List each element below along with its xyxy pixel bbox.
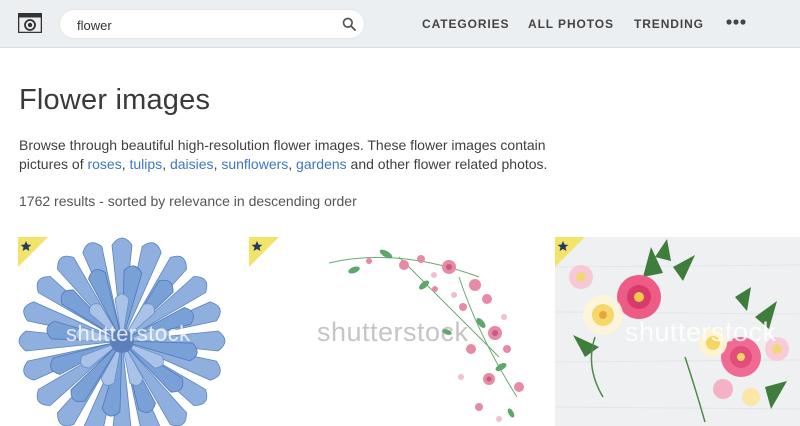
link-sunflowers[interactable]: sunflowers: [221, 156, 288, 172]
nav-trending[interactable]: TRENDING: [634, 17, 704, 31]
nav-all-photos[interactable]: ALL PHOTOS: [528, 17, 614, 31]
link-daisies[interactable]: daisies: [170, 156, 214, 172]
shutterstock-watermark: shutterstock: [625, 317, 777, 347]
search-input[interactable]: [77, 15, 327, 35]
description-separator: ,: [288, 156, 297, 172]
description-outro: and other flower related photos.: [346, 156, 548, 172]
featured-badge: [249, 237, 279, 267]
link-roses[interactable]: roses: [87, 156, 121, 172]
nav-categories[interactable]: CATEGORIES: [422, 17, 509, 31]
link-gardens[interactable]: gardens: [296, 156, 347, 172]
search-box: [59, 9, 365, 39]
page-title: Flower images: [19, 84, 211, 116]
search-icon[interactable]: [342, 17, 356, 31]
image-thumbnail-blue-dahlia[interactable]: shutterstock: [18, 237, 243, 426]
shutterstock-watermark: shutterstock: [317, 317, 469, 347]
image-thumbnail-scattered-roses[interactable]: shutterstock: [249, 237, 549, 426]
link-tulips[interactable]: tulips: [130, 156, 163, 172]
featured-badge: [555, 237, 585, 267]
image-thumbnail-flower-bouquet[interactable]: shutterstock: [555, 237, 800, 426]
shutterstock-watermark: shutterstock: [66, 321, 191, 346]
featured-badge: [18, 237, 48, 267]
camera-logo-icon[interactable]: [18, 13, 42, 33]
top-navigation-bar: CATEGORIES ALL PHOTOS TRENDING: [0, 0, 800, 48]
description-separator: ,: [162, 156, 170, 172]
page-description: Browse through beautiful high-resolution…: [19, 136, 579, 174]
more-options-icon[interactable]: [726, 18, 746, 26]
description-separator: ,: [121, 156, 130, 172]
results-count: 1762 results - sorted by relevance in de…: [19, 193, 357, 209]
